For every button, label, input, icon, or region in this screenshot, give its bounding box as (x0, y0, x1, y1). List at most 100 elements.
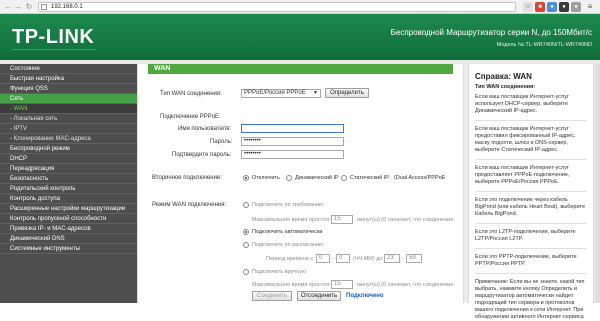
secondary-dynamic-label: Динамический IP (295, 175, 339, 181)
wan-type-value: PPPoE/Россия PPPoE (244, 90, 306, 96)
mode-manual-radio[interactable] (243, 269, 249, 275)
browser-toolbar: ← → ↻ 192.168.0.1 ☆ ■ ● ● ● ≡ (0, 0, 600, 14)
mode-schedule-radio[interactable] (243, 242, 249, 248)
secondary-connection-label: Вторичное подключение: (152, 175, 222, 181)
period-label: Период времени с: (266, 256, 315, 262)
password-label: Пароль: (210, 139, 233, 145)
sidebar-item-dhcp[interactable]: DHCP (0, 154, 137, 164)
mode-auto-label: Подключить автоматически (252, 229, 323, 235)
help-paragraph-dynamic: Если ваш поставщик Интернет-услуг исполь… (475, 94, 570, 114)
extension-icon-gray[interactable]: ● (571, 2, 581, 12)
pppoe-label: Подключение PPPoE: (160, 114, 221, 120)
adblock-icon[interactable]: ■ (535, 2, 545, 12)
reload-icon[interactable]: ↻ (24, 2, 34, 12)
sidebar-item-quick-setup[interactable]: Быстрая настройка (0, 74, 137, 84)
sidebar-item-access-control[interactable]: Контроль доступа (0, 194, 137, 204)
sidebar-item-mac-clone[interactable]: - Клонирование MAC-адреса (0, 134, 137, 144)
idle-time-hint-1: минут(ы) (0 означает, что соединение (357, 217, 454, 223)
header-model: Модель №.TL-WR740N/TL-WR740ND (496, 42, 592, 48)
username-label: Имя пользователя: (178, 126, 232, 132)
back-arrow-icon[interactable]: ← (3, 2, 13, 12)
sidebar-item-system-tools[interactable]: Системные инструменты (0, 244, 137, 254)
sidebar-item-advanced-routing[interactable]: Расширенные настройки маршрутизации (0, 204, 137, 214)
mode-auto-radio[interactable] (243, 229, 249, 235)
star-icon[interactable]: ☆ (523, 2, 533, 12)
idle-time-hint-2: минут(ы) (0 означает, что соединение (357, 282, 454, 288)
sidebar-item-ip-mac-binding[interactable]: Привязка IP- и MAC-адресов (0, 224, 137, 234)
detect-button[interactable]: Определить (325, 88, 369, 98)
sidebar-item-lan[interactable]: - Локальная сеть (0, 114, 137, 124)
help-panel: Справка: WAN Тип WAN соединения: Если ва… (464, 64, 600, 320)
help-divider (475, 120, 587, 121)
secondary-disable-radio[interactable] (243, 175, 249, 181)
period-to-minute[interactable]: 59 (406, 254, 422, 263)
sidebar-item-status[interactable]: Состояние (0, 64, 137, 74)
secondary-disable-label: Отключить (252, 175, 280, 181)
idle-time-input-2[interactable]: 15 (331, 280, 353, 289)
wan-mode-label: Режим WAN подключения: (152, 202, 227, 208)
extension-icon[interactable]: ● (547, 2, 557, 12)
sidebar-item-wireless[interactable]: Беспроводной режим (0, 144, 137, 154)
help-paragraph-pptp: Если это PPTP-подключение, выберите PPTP… (475, 254, 577, 267)
username-input[interactable] (241, 124, 344, 133)
help-content: Справка: WAN Тип WAN соединения: Если ва… (468, 64, 594, 320)
help-divider (475, 191, 587, 192)
help-paragraph-l2tp: Если это L2TP-подключение, выберите L2TP… (475, 229, 576, 242)
wan-type-select[interactable]: PPPoE/Россия PPPoE ▼ (241, 89, 321, 98)
secondary-dual-access-label: (Dual Access/PPPoE (394, 175, 446, 181)
help-divider (475, 223, 587, 224)
sidebar-item-wan[interactable]: - WAN (0, 104, 137, 114)
dropdown-arrow-icon: ▼ (313, 90, 318, 96)
tp-link-logo: TP-LINK (12, 26, 95, 48)
secondary-dynamic-radio[interactable] (286, 175, 292, 181)
connection-status: Подключено (346, 293, 384, 299)
header-title: Беспроводной Маршрутизатор серии N, до 1… (390, 28, 592, 37)
mode-schedule-label: Подключить по расписанию (252, 242, 324, 248)
idle-time-input-1[interactable]: 15 (331, 215, 353, 224)
mode-on-demand-radio[interactable] (243, 202, 249, 208)
wan-type-label: Тип WAN соединения: (160, 91, 222, 97)
period-from-minute[interactable]: 0 (336, 254, 350, 263)
sidebar-item-forwarding[interactable]: Переадресация (0, 164, 137, 174)
period-from-hour[interactable]: 0 (316, 254, 330, 263)
connect-button[interactable]: Соединить (252, 291, 292, 301)
menu-icon[interactable]: ≡ (585, 2, 595, 12)
period-colon-1: : (332, 256, 334, 262)
sidebar-menu: Состояние Быстрая настройка Функция QSS … (0, 64, 137, 303)
password-input[interactable]: •••••••• (241, 137, 344, 146)
secondary-static-radio[interactable] (341, 175, 347, 181)
idle-time-label-2: Максимальное время простоя: (252, 282, 331, 288)
forward-arrow-icon[interactable]: → (13, 2, 23, 12)
sidebar-item-network[interactable]: Сеть (0, 94, 137, 104)
extension-icon-dark[interactable]: ● (559, 2, 569, 12)
period-to-hour[interactable]: 23 (384, 254, 400, 263)
mode-manual-label: Подключить вручную (252, 269, 307, 275)
help-divider (475, 248, 587, 249)
help-paragraph-note: Примечание: Если вы не знаете, какой тип… (475, 279, 585, 320)
help-paragraph-bigpond: Если это подключение через кабель BigPon… (475, 197, 586, 217)
sidebar-item-qss[interactable]: Функция QSS (0, 84, 137, 94)
sidebar-item-ddns[interactable]: Динамический DNS (0, 234, 137, 244)
confirm-password-label: Подтвердите пароль: (172, 152, 232, 158)
help-subtitle: Тип WAN соединения: (475, 84, 536, 90)
help-paragraph-static: Если ваш поставщик Интернет-услуг предос… (475, 126, 576, 153)
idle-time-label-1: Максимальное время простоя: (252, 217, 331, 223)
help-title: Справка: WAN (475, 72, 532, 81)
router-header: TP-LINK Беспроводной Маршрутизатор серии… (0, 14, 600, 64)
sidebar-item-bandwidth-control[interactable]: Контроль пропускной способности (0, 214, 137, 224)
sidebar-item-parental-control[interactable]: Родительский контроль (0, 184, 137, 194)
sidebar-item-security[interactable]: Безопасность (0, 174, 137, 184)
secondary-static-label: Статический IP (350, 175, 389, 181)
logo-divider (12, 49, 96, 50)
sidebar-item-iptv[interactable]: - IPTV (0, 124, 137, 134)
page-icon (41, 4, 47, 10)
help-paragraph-pppoe: Если ваш поставщик Интернет-услуг предос… (475, 165, 570, 185)
confirm-password-input[interactable]: •••••••• (241, 150, 344, 159)
section-title: WAN (148, 64, 453, 74)
address-bar-text: 192.168.0.1 (51, 4, 83, 10)
address-bar[interactable]: 192.168.0.1 (38, 2, 516, 12)
period-colon-2: : (402, 256, 404, 262)
disconnect-button[interactable]: Отсоединить (297, 291, 341, 301)
help-scrollbar[interactable] (595, 64, 600, 303)
help-divider (475, 159, 587, 160)
